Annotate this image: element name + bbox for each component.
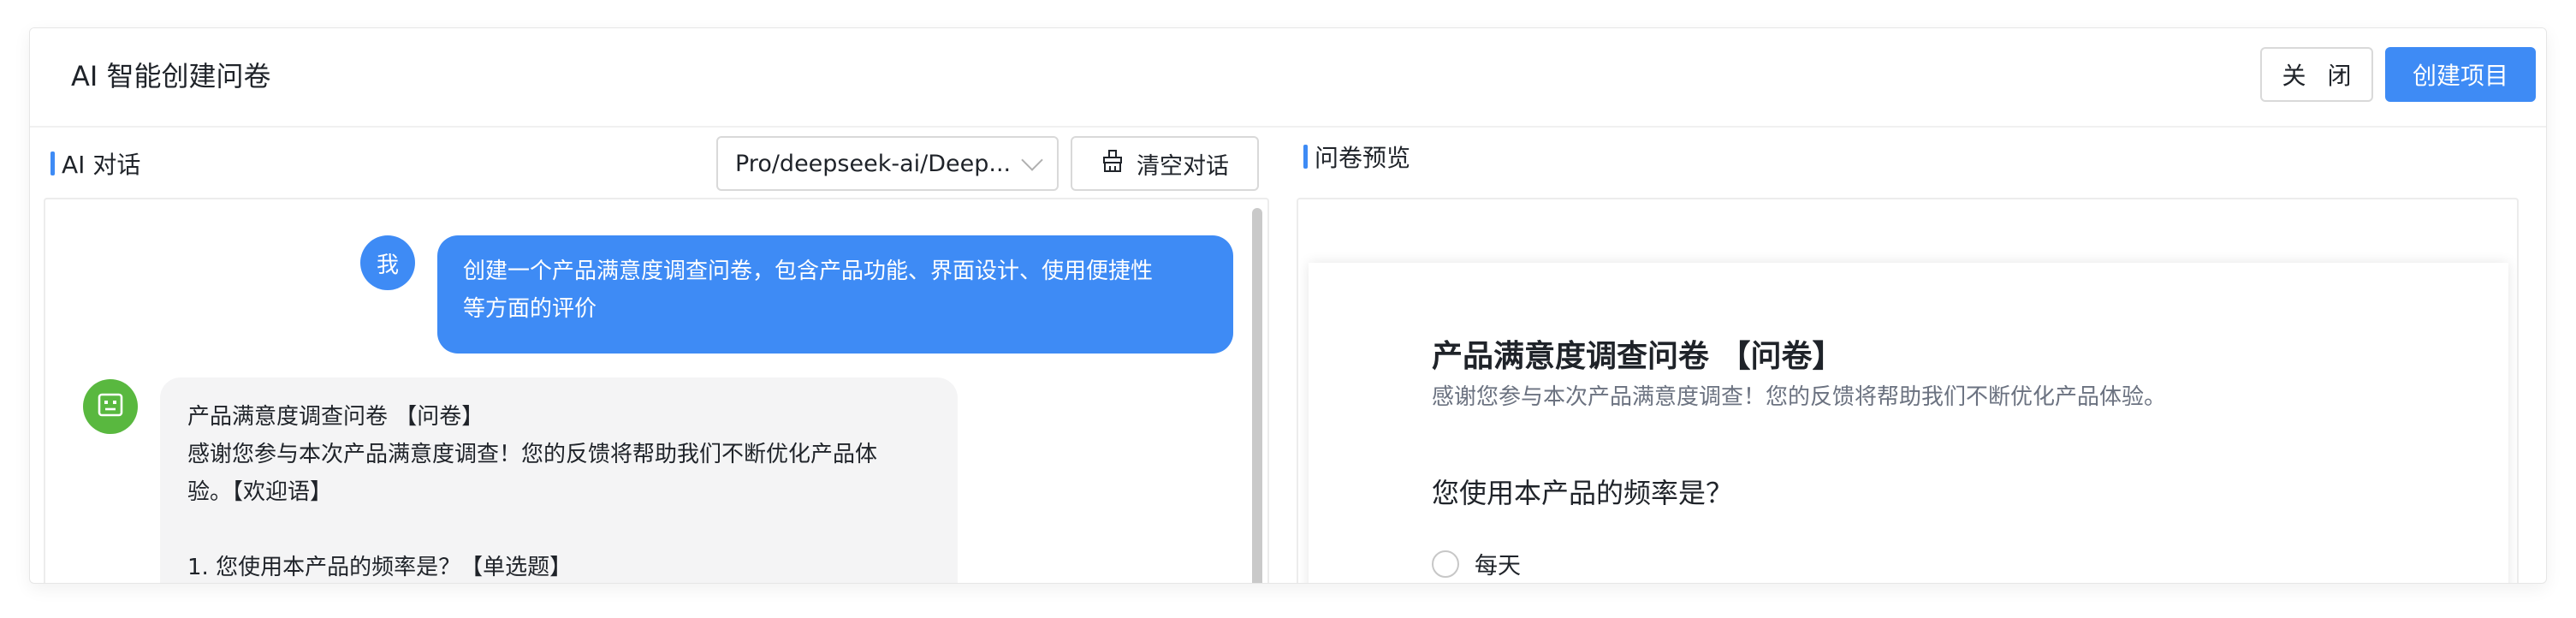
survey-preview-panel: 产品满意度调查问卷 【问卷】 感谢您参与本次产品满意度调查！您的反馈将帮助我们不… xyxy=(1297,198,2519,583)
chat-panel: 我 创建一个产品满意度调查问卷，包含产品功能、界面设计、使用便捷性 等方面的评价… xyxy=(44,198,1269,583)
create-project-button[interactable]: 创建项目 xyxy=(2385,47,2536,102)
ai-message-line: 产品满意度调查问卷 【问卷】 xyxy=(187,404,484,430)
dialog-title: AI 智能创建问卷 xyxy=(71,60,271,92)
clear-chat-button[interactable]: 清空对话 xyxy=(1071,136,1259,191)
ai-message-spacer xyxy=(187,511,930,549)
survey-title: 产品满意度调查问卷 【问卷】 xyxy=(1432,339,1843,374)
survey-description: 感谢您参与本次产品满意度调查！您的反馈将帮助我们不断优化产品体验。 xyxy=(1432,384,2167,410)
survey-option[interactable]: 每天 xyxy=(1432,547,1521,580)
ai-message-line: 验。【欢迎语】 xyxy=(187,479,333,505)
radio-button[interactable] xyxy=(1432,550,1459,578)
user-avatar: 我 xyxy=(360,235,415,290)
survey-preview-label-text: 问卷预览 xyxy=(1315,144,1411,172)
chat-scrollbar[interactable] xyxy=(1252,208,1262,583)
survey-preview-card: 产品满意度调查问卷 【问卷】 感谢您参与本次产品满意度调查！您的反馈将帮助我们不… xyxy=(1309,263,2508,583)
dialog: AI 智能创建问卷 关 闭 创建项目 AI 对话 Pro/deepseek-ai… xyxy=(29,27,2547,584)
survey-preview-label: 问卷预览 xyxy=(1303,140,1410,174)
ai-chat-label-text: AI 对话 xyxy=(62,151,141,179)
model-select[interactable]: Pro/deepseek-ai/Deep... xyxy=(716,136,1059,191)
ai-message-line: 感谢您参与本次产品满意度调查！您的反馈将帮助我们不断优化产品体 xyxy=(187,442,878,467)
robot-icon xyxy=(95,389,126,424)
chevron-down-icon xyxy=(1021,149,1043,171)
survey-option-label: 每天 xyxy=(1475,553,1521,579)
ai-message-bubble: 产品满意度调查问卷 【问卷】 感谢您参与本次产品满意度调查！您的反馈将帮助我们不… xyxy=(160,377,958,583)
close-button[interactable]: 关 闭 xyxy=(2260,47,2373,102)
user-message-line: 等方面的评价 xyxy=(463,296,597,322)
model-select-value: Pro/deepseek-ai/Deep... xyxy=(735,150,1012,177)
survey-question: 您使用本产品的频率是？ xyxy=(1432,477,1734,509)
section-accent-bar xyxy=(1303,145,1308,169)
user-message-bubble: 创建一个产品满意度调查问卷，包含产品功能、界面设计、使用便捷性 等方面的评价 xyxy=(437,235,1233,354)
dialog-header: AI 智能创建问卷 关 闭 创建项目 xyxy=(30,28,2546,128)
ai-message-line: 1. 您使用本产品的频率是？【单选题】 xyxy=(187,555,573,580)
clear-chat-label: 清空对话 xyxy=(1137,152,1229,180)
section-accent-bar xyxy=(50,152,55,175)
broom-icon xyxy=(1101,149,1125,179)
ai-avatar xyxy=(83,379,138,434)
ai-chat-label: AI 对话 xyxy=(50,146,140,181)
user-message-line: 创建一个产品满意度调查问卷，包含产品功能、界面设计、使用便捷性 xyxy=(463,258,1154,284)
